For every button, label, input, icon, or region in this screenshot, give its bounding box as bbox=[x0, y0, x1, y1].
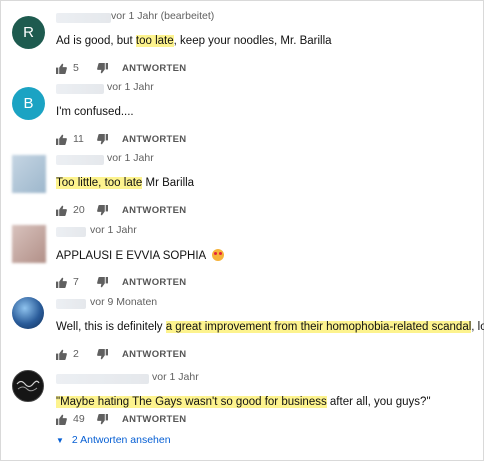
like-count: 20 bbox=[73, 204, 85, 216]
comment-text: Well, this is definitely a great improve… bbox=[56, 321, 484, 333]
comment-text: I'm confused.... bbox=[56, 106, 134, 118]
like-count: 49 bbox=[73, 413, 85, 425]
comment-actions: 11 ANTWORTEN bbox=[56, 132, 186, 146]
avatar[interactable] bbox=[12, 225, 46, 263]
comment-timestamp[interactable]: vor 1 Jahr bbox=[152, 371, 199, 383]
avatar[interactable] bbox=[12, 370, 44, 402]
reply-button[interactable]: ANTWORTEN bbox=[122, 349, 186, 360]
comment-actions: 2 ANTWORTEN bbox=[56, 347, 186, 361]
author-name-redacted[interactable] bbox=[56, 84, 104, 94]
heart-eyes-emoji-icon bbox=[211, 249, 224, 261]
reply-button[interactable]: ANTWORTEN bbox=[122, 205, 186, 216]
thumbs-up-icon[interactable] bbox=[56, 277, 67, 288]
view-replies-label: 2 Antworten ansehen bbox=[71, 434, 171, 446]
thumbs-up-icon[interactable] bbox=[56, 134, 67, 145]
thumbs-up-icon[interactable] bbox=[56, 349, 67, 360]
comment-text: "Maybe hating The Gays wasn't so good fo… bbox=[56, 396, 431, 408]
thumbs-down-icon[interactable] bbox=[97, 133, 108, 145]
thumbs-down-icon[interactable] bbox=[97, 276, 108, 288]
thumbs-down-icon[interactable] bbox=[97, 62, 108, 74]
reply-button[interactable]: ANTWORTEN bbox=[122, 414, 186, 425]
avatar[interactable]: R bbox=[12, 16, 45, 49]
author-name-redacted[interactable] bbox=[56, 155, 104, 165]
chevron-down-icon: ▼ bbox=[56, 435, 64, 445]
reply-button[interactable]: ANTWORTEN bbox=[122, 277, 186, 288]
comment-timestamp[interactable]: vor 1 Jahr bbox=[90, 224, 137, 236]
thumbs-up-icon[interactable] bbox=[56, 414, 67, 425]
reply-button[interactable]: ANTWORTEN bbox=[122, 134, 186, 145]
comment-timestamp[interactable]: vor 1 Jahr bbox=[107, 81, 154, 93]
avatar-artwork-icon bbox=[16, 380, 40, 392]
comment-actions: 7 ANTWORTEN bbox=[56, 275, 186, 289]
thumbs-down-icon[interactable] bbox=[97, 204, 108, 216]
thumbs-down-icon[interactable] bbox=[97, 413, 108, 425]
like-count: 2 bbox=[73, 348, 79, 360]
author-name-redacted[interactable] bbox=[56, 374, 149, 384]
reply-button[interactable]: ANTWORTEN bbox=[122, 63, 186, 74]
like-count: 7 bbox=[73, 276, 79, 288]
comment-text: APPLAUSI E EVVIA SOPHIA bbox=[56, 249, 224, 262]
comment-text: Too little, too late Mr Barilla bbox=[56, 177, 195, 189]
author-name-redacted[interactable] bbox=[56, 299, 86, 309]
comment-timestamp[interactable]: vor 9 Monaten bbox=[90, 296, 157, 308]
comment-timestamp[interactable]: vor 1 Jahr bbox=[107, 152, 154, 164]
comment-actions: 5 ANTWORTEN bbox=[56, 61, 186, 75]
avatar[interactable]: B bbox=[12, 87, 45, 120]
comment-text: Ad is good, but too late, keep your nood… bbox=[56, 35, 332, 47]
avatar[interactable] bbox=[12, 155, 46, 193]
thumbs-down-icon[interactable] bbox=[97, 348, 108, 360]
like-count: 5 bbox=[73, 62, 79, 74]
avatar[interactable] bbox=[12, 297, 44, 329]
view-replies-button[interactable]: ▼ 2 Antworten ansehen bbox=[56, 434, 171, 446]
comment-timestamp[interactable]: vor 1 Jahr (bearbeitet) bbox=[111, 10, 214, 22]
thumbs-up-icon[interactable] bbox=[56, 63, 67, 74]
comment-actions: 20 ANTWORTEN bbox=[56, 203, 186, 217]
author-name-redacted[interactable] bbox=[56, 227, 86, 237]
comment-actions: 49 ANTWORTEN bbox=[56, 412, 186, 426]
thumbs-up-icon[interactable] bbox=[56, 205, 67, 216]
author-name-redacted[interactable] bbox=[56, 13, 111, 23]
like-count: 11 bbox=[73, 133, 84, 145]
